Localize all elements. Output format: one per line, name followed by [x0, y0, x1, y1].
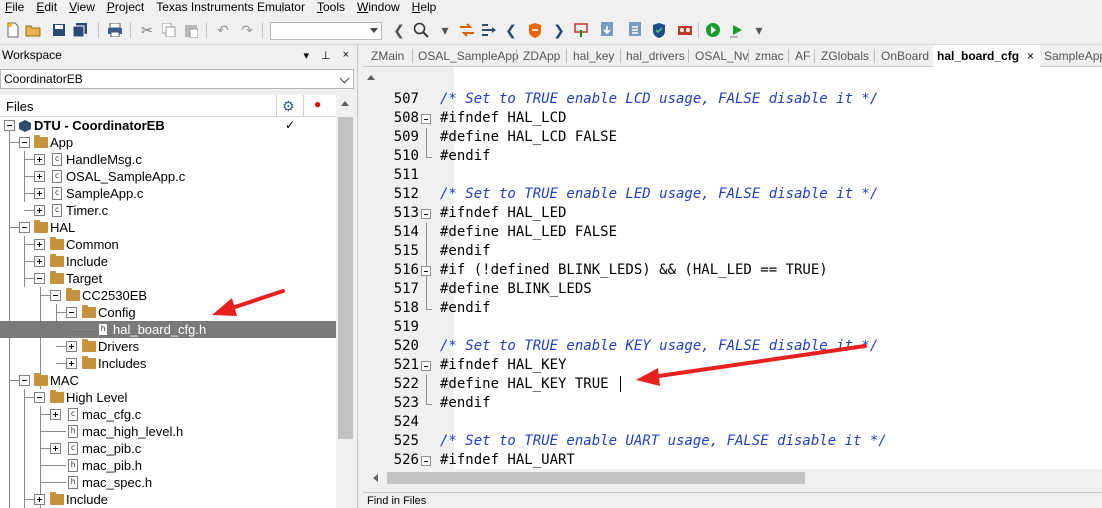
annotation-arrow-icon [212, 289, 285, 316]
